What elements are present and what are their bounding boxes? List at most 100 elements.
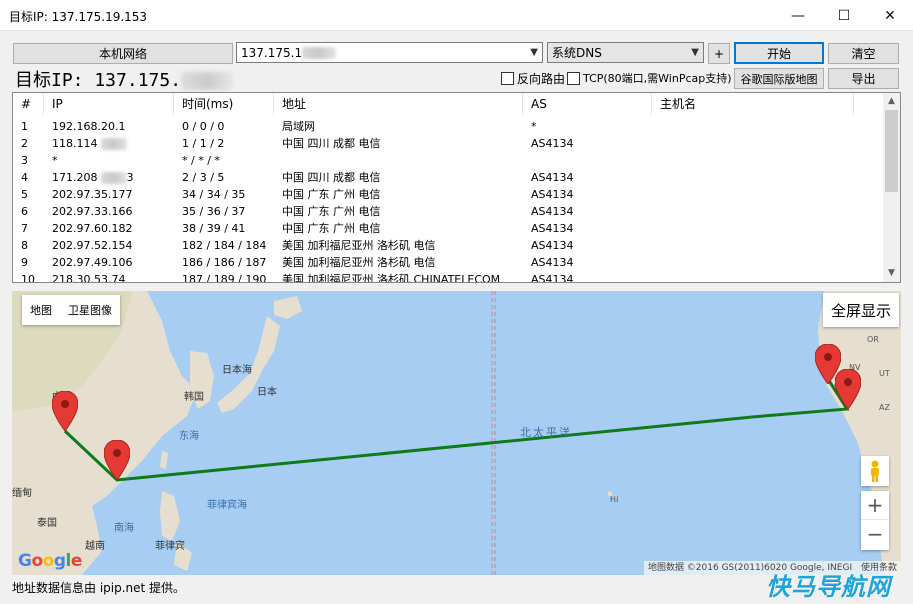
table-row[interactable]: 2 118.114 1 / 1 / 2 中国 四川 成都 电信 AS4134 — [13, 135, 885, 152]
table-cell: 118.114 — [44, 135, 174, 152]
tcp-checkbox[interactable]: TCP(80端口,需WinPcap支持) — [567, 70, 732, 86]
table-cell: 美国 加利福尼亚州 洛杉矶 CHINATELECOM — [274, 271, 523, 282]
app-window: 目标IP: 137.175.19.153 — ☐ ✕ 本机网络 137.175.… — [0, 0, 913, 604]
column-header[interactable]: 地址 — [274, 93, 523, 115]
cell-text: AS4134 — [531, 205, 574, 218]
table-row[interactable]: 1 192.168.20.1 0 / 0 / 0 局域网 * — [13, 118, 885, 135]
map-label: HI — [610, 495, 619, 504]
table-cell: 186 / 186 / 187 — [174, 254, 274, 271]
zoom-out-button[interactable]: − — [861, 520, 889, 549]
fullscreen-button[interactable]: 全屏显示 — [823, 293, 899, 327]
table-row[interactable]: 6 202.97.33.166 35 / 36 / 37 中国 广东 广州 电信 AS4… — [13, 203, 885, 220]
table-cell: 202.97.33.166 — [44, 203, 174, 220]
column-header[interactable]: 主机名 — [652, 93, 854, 115]
table-cell: 2 / 3 / 5 — [174, 169, 274, 186]
cell-text: 118.114 — [52, 137, 98, 150]
scrollbar-thumb[interactable] — [885, 110, 898, 192]
vertical-scrollbar[interactable]: ▲ ▼ — [883, 93, 900, 282]
dns-select-value: 系统DNS — [552, 46, 602, 60]
table-row[interactable]: 5 202.97.35.177 34 / 34 / 35 中国 广东 广州 电信 AS4… — [13, 186, 885, 203]
maximize-button[interactable]: ☐ — [821, 0, 867, 31]
cell-text: AS4134 — [531, 273, 574, 283]
table-row[interactable]: 3 * * / * / * — [13, 152, 885, 169]
map-label: 日本海 — [222, 365, 252, 376]
trace-table[interactable]: # IP 时间(ms) 地址 AS 主机名 1 192.168.20.1 0 / 0… — [12, 92, 901, 283]
table-cell: 3 — [13, 152, 44, 169]
map-pin-icon[interactable] — [835, 369, 861, 409]
scroll-up-icon[interactable]: ▲ — [883, 93, 900, 110]
checkbox-box[interactable] — [567, 71, 580, 85]
column-header[interactable]: 时间(ms) — [174, 93, 274, 115]
cell-text: 186 / 186 / 187 — [182, 256, 267, 269]
table-cell: 182 / 184 / 184 — [174, 237, 274, 254]
table-cell: 中国 广东 广州 电信 — [274, 203, 523, 220]
cell-text: 中国 广东 广州 电信 — [282, 205, 381, 218]
cell-text: 218.30.53.74 — [52, 273, 126, 283]
column-header[interactable]: # — [13, 93, 44, 115]
scroll-down-icon[interactable]: ▼ — [883, 265, 900, 282]
cell-text: 187 / 189 / 190 — [182, 273, 267, 283]
map-tab[interactable]: 地图 — [22, 302, 60, 318]
cell-text: AS4134 — [531, 171, 574, 184]
philippines-islands — [160, 491, 180, 541]
map-label: 菲律宾 — [155, 541, 185, 552]
map-pin-icon[interactable] — [104, 440, 130, 480]
close-button[interactable]: ✕ — [867, 0, 913, 31]
ip-input[interactable]: 137.175.1 ▼ — [236, 42, 543, 63]
title-bar: 目标IP: 137.175.19.153 — ☐ ✕ — [0, 0, 913, 31]
cell-text: 2 — [21, 137, 28, 150]
maximize-icon: ☐ — [837, 7, 851, 24]
satellite-tab[interactable]: 卫星图像 — [60, 302, 120, 318]
target-ip-redacted — [181, 72, 234, 90]
clear-button[interactable]: 清空 — [828, 43, 899, 64]
map-type-control[interactable]: 地图 卫星图像 — [22, 295, 120, 325]
cell-text: AS4134 — [531, 137, 574, 150]
redacted-ip — [100, 172, 127, 184]
cell-text: 202.97.60.182 — [52, 222, 133, 235]
start-button[interactable]: 开始 — [734, 42, 824, 64]
table-row[interactable]: 7 202.97.60.182 38 / 39 / 41 中国 广东 广州 电信 AS4… — [13, 220, 885, 237]
table-row[interactable]: 8 202.97.52.154 182 / 184 / 184 美国 加利福尼亚州 洛… — [13, 237, 885, 254]
column-header[interactable]: AS — [523, 93, 652, 115]
map-label: 韩国 — [184, 392, 204, 403]
table-row[interactable]: 4 171.208 3 2 / 3 / 5 中国 四川 成都 电信 AS4134 — [13, 169, 885, 186]
cell-text: * — [531, 120, 537, 133]
cell-text: 3 — [21, 154, 28, 167]
table-cell: 0 / 0 / 0 — [174, 118, 274, 135]
table-cell: 中国 四川 成都 电信 — [274, 169, 523, 186]
dns-select[interactable]: 系统DNS ▼ — [547, 42, 704, 63]
cell-text: 6 — [21, 205, 28, 218]
cell-text: 中国 四川 成都 电信 — [282, 137, 381, 150]
table-row[interactable]: 9 202.97.49.106 186 / 186 / 187 美国 加利福尼亚州 洛… — [13, 254, 885, 271]
map-canvas — [12, 291, 901, 575]
google-map-button[interactable]: 谷歌国际版地图 — [734, 68, 824, 89]
cell-text: 5 — [21, 188, 28, 201]
zoom-in-button[interactable]: + — [861, 491, 889, 520]
export-button[interactable]: 导出 — [828, 68, 899, 89]
chevron-down-icon: ▼ — [530, 47, 538, 58]
map-label: 缅甸 — [12, 488, 32, 499]
table-cell: AS4134 — [523, 203, 652, 220]
street-view-button[interactable] — [861, 456, 889, 486]
add-button[interactable]: + — [708, 43, 730, 64]
reverse-route-checkbox[interactable]: 反向路由 — [501, 70, 565, 87]
minimize-button[interactable]: — — [775, 0, 821, 31]
map-label: 南海 — [114, 523, 134, 534]
map-label: AZ — [879, 403, 890, 412]
target-ip-label: 目标IP: 137.175. — [15, 66, 234, 92]
route-map[interactable]: 中国 日本海 日本 韩国 东海 北太平洋 菲律宾海 缅甸 泰国 南海 越南 菲律… — [12, 291, 901, 575]
redacted-ip — [100, 138, 127, 150]
checkbox-box[interactable] — [501, 72, 514, 85]
table-cell — [523, 152, 652, 169]
table-cell: 6 — [13, 203, 44, 220]
table-cell: 218.30.53.74 — [44, 271, 174, 283]
cell-text: 局域网 — [282, 120, 315, 133]
local-network-button[interactable]: 本机网络 — [13, 43, 233, 64]
table-row[interactable]: 10 218.30.53.74 187 / 189 / 190 美国 加利福尼亚州 洛… — [13, 271, 885, 283]
table-cell: * — [523, 118, 652, 135]
cell-text: 38 / 39 / 41 — [182, 222, 246, 235]
taiwan — [160, 451, 168, 469]
cell-text: 0 / 0 / 0 — [182, 120, 225, 133]
map-pin-icon[interactable] — [52, 391, 78, 431]
column-header[interactable]: IP — [44, 93, 174, 115]
